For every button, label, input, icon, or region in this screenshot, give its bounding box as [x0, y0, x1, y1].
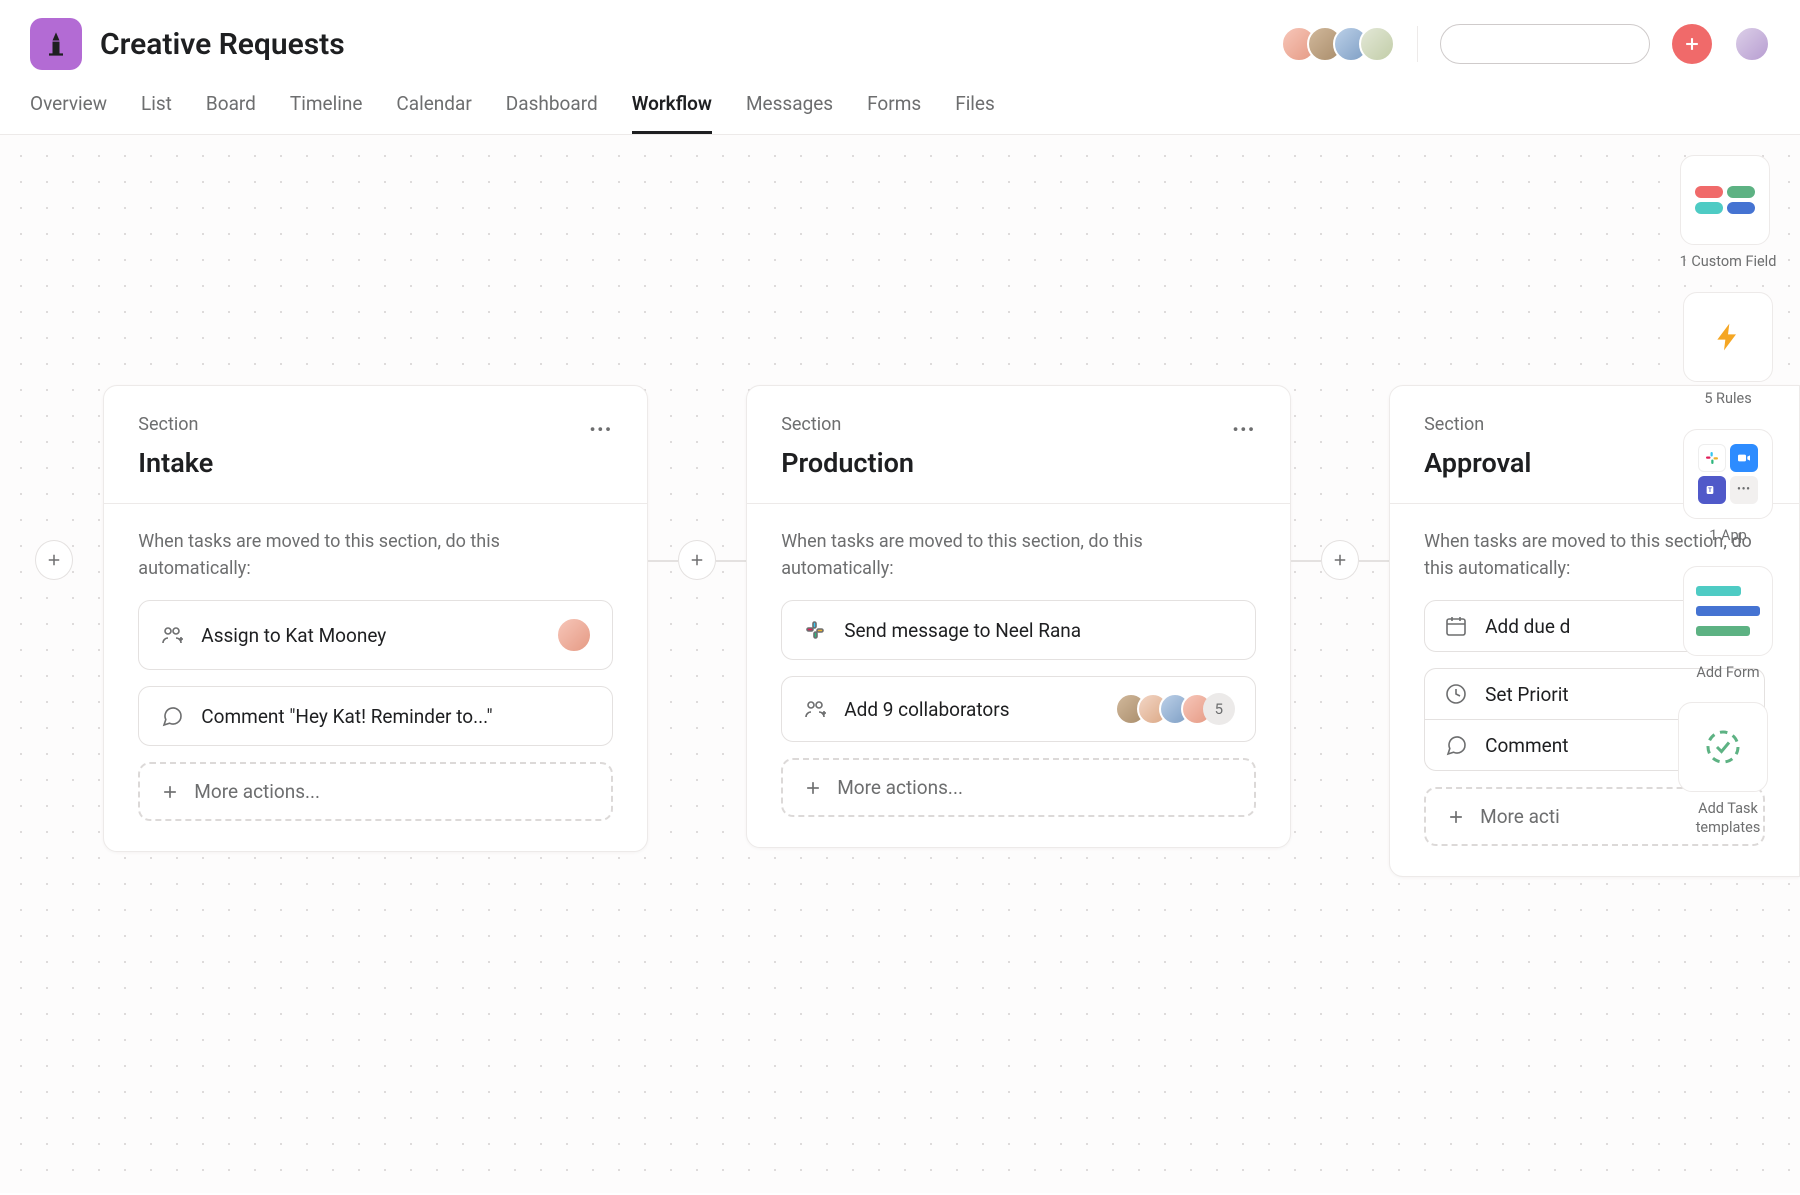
- collaborator-overflow-count: 5: [1203, 693, 1235, 725]
- zoom-icon: [1730, 444, 1758, 472]
- search-input[interactable]: [1440, 24, 1650, 64]
- tab-forms[interactable]: Forms: [867, 92, 921, 134]
- automation-hint: When tasks are moved to this section, do…: [781, 528, 1256, 582]
- connector-line: [716, 560, 746, 562]
- rule-text: Add 9 collaborators: [844, 698, 1109, 721]
- section-label: Section: [138, 414, 213, 435]
- rule-assign[interactable]: Assign to Kat Mooney: [138, 600, 613, 670]
- plus-icon: [160, 782, 180, 802]
- rule-text: Assign to Kat Mooney: [201, 624, 540, 647]
- add-section-button[interactable]: [35, 540, 73, 580]
- comment-icon: [1443, 732, 1469, 758]
- tab-messages[interactable]: Messages: [746, 92, 833, 134]
- workflow-canvas[interactable]: Section Intake ••• When tasks are moved …: [0, 135, 1800, 1193]
- svg-text:T: T: [1708, 487, 1712, 494]
- automation-hint: When tasks are moved to this section, do…: [138, 528, 613, 582]
- panel-task-templates[interactable]: Add Task templates: [1678, 702, 1778, 838]
- connector-line: [648, 560, 678, 562]
- section-menu-button[interactable]: •••: [1233, 420, 1256, 439]
- tab-workflow[interactable]: Workflow: [632, 92, 712, 134]
- panel-custom-fields[interactable]: 1 Custom Field: [1680, 155, 1777, 272]
- connector-line: [1291, 560, 1321, 562]
- assign-icon: [159, 622, 185, 648]
- rule-comment[interactable]: Comment "Hey Kat! Reminder to...": [138, 686, 613, 746]
- section-label: Section: [1424, 414, 1531, 435]
- section-title[interactable]: Approval: [1424, 447, 1531, 479]
- section-label: Section: [781, 414, 914, 435]
- priority-icon: [1443, 681, 1469, 707]
- project-members[interactable]: [1291, 26, 1395, 62]
- add-section-button[interactable]: [1321, 540, 1359, 580]
- panel-apps[interactable]: T ••• 1 App: [1683, 429, 1773, 546]
- project-icon: [30, 18, 82, 70]
- slack-icon: [802, 617, 828, 643]
- avatar: [556, 617, 592, 653]
- rule-add-collaborators[interactable]: Add 9 collaborators 5: [781, 676, 1256, 742]
- plus-icon: [45, 551, 63, 569]
- collaborators-icon: [802, 696, 828, 722]
- collaborator-avatars: 5: [1125, 693, 1235, 725]
- user-avatar[interactable]: [1734, 26, 1770, 62]
- plus-icon: [1331, 551, 1349, 569]
- tab-dashboard[interactable]: Dashboard: [506, 92, 598, 134]
- project-tabs: Overview List Board Timeline Calendar Da…: [30, 92, 1770, 134]
- teams-icon: T: [1698, 476, 1726, 504]
- panel-add-form[interactable]: Add Form: [1683, 566, 1773, 683]
- add-button[interactable]: [1672, 24, 1712, 64]
- tab-overview[interactable]: Overview: [30, 92, 107, 134]
- more-apps-icon: •••: [1730, 476, 1758, 504]
- project-header: Creative Requests Overview List Board Ti…: [0, 0, 1800, 135]
- project-title: Creative Requests: [100, 27, 345, 62]
- workflow-side-panel: 1 Custom Field 5 Rules T: [1678, 155, 1778, 838]
- comment-icon: [159, 703, 185, 729]
- plus-icon: [803, 778, 823, 798]
- add-section-button[interactable]: [678, 540, 716, 580]
- slack-icon: [1698, 444, 1726, 472]
- section-card-production: Section Production ••• When tasks are mo…: [746, 385, 1291, 848]
- panel-rules[interactable]: 5 Rules: [1683, 292, 1773, 409]
- plus-icon: [1682, 34, 1702, 54]
- divider: [1417, 26, 1418, 62]
- section-menu-button[interactable]: •••: [590, 420, 613, 439]
- tab-calendar[interactable]: Calendar: [396, 92, 471, 134]
- connector-line: [1359, 560, 1389, 562]
- tab-timeline[interactable]: Timeline: [290, 92, 363, 134]
- rule-text: Send message to Neel Rana: [844, 619, 1235, 642]
- more-actions-button[interactable]: More actions...: [138, 762, 613, 821]
- section-title[interactable]: Intake: [138, 447, 213, 479]
- check-circle-dashed-icon: [1705, 729, 1741, 765]
- tab-files[interactable]: Files: [955, 92, 995, 134]
- bolt-icon: [1712, 321, 1744, 353]
- avatar: [1359, 26, 1395, 62]
- section-card-intake: Section Intake ••• When tasks are moved …: [103, 385, 648, 852]
- plus-icon: [688, 551, 706, 569]
- rule-slack-message[interactable]: Send message to Neel Rana: [781, 600, 1256, 660]
- plus-icon: [1446, 807, 1466, 827]
- rule-text: Comment "Hey Kat! Reminder to...": [201, 705, 592, 728]
- more-actions-button[interactable]: More actions...: [781, 758, 1256, 817]
- section-title[interactable]: Production: [781, 447, 914, 479]
- tab-list[interactable]: List: [141, 92, 172, 134]
- calendar-icon: [1443, 613, 1469, 639]
- tab-board[interactable]: Board: [206, 92, 256, 134]
